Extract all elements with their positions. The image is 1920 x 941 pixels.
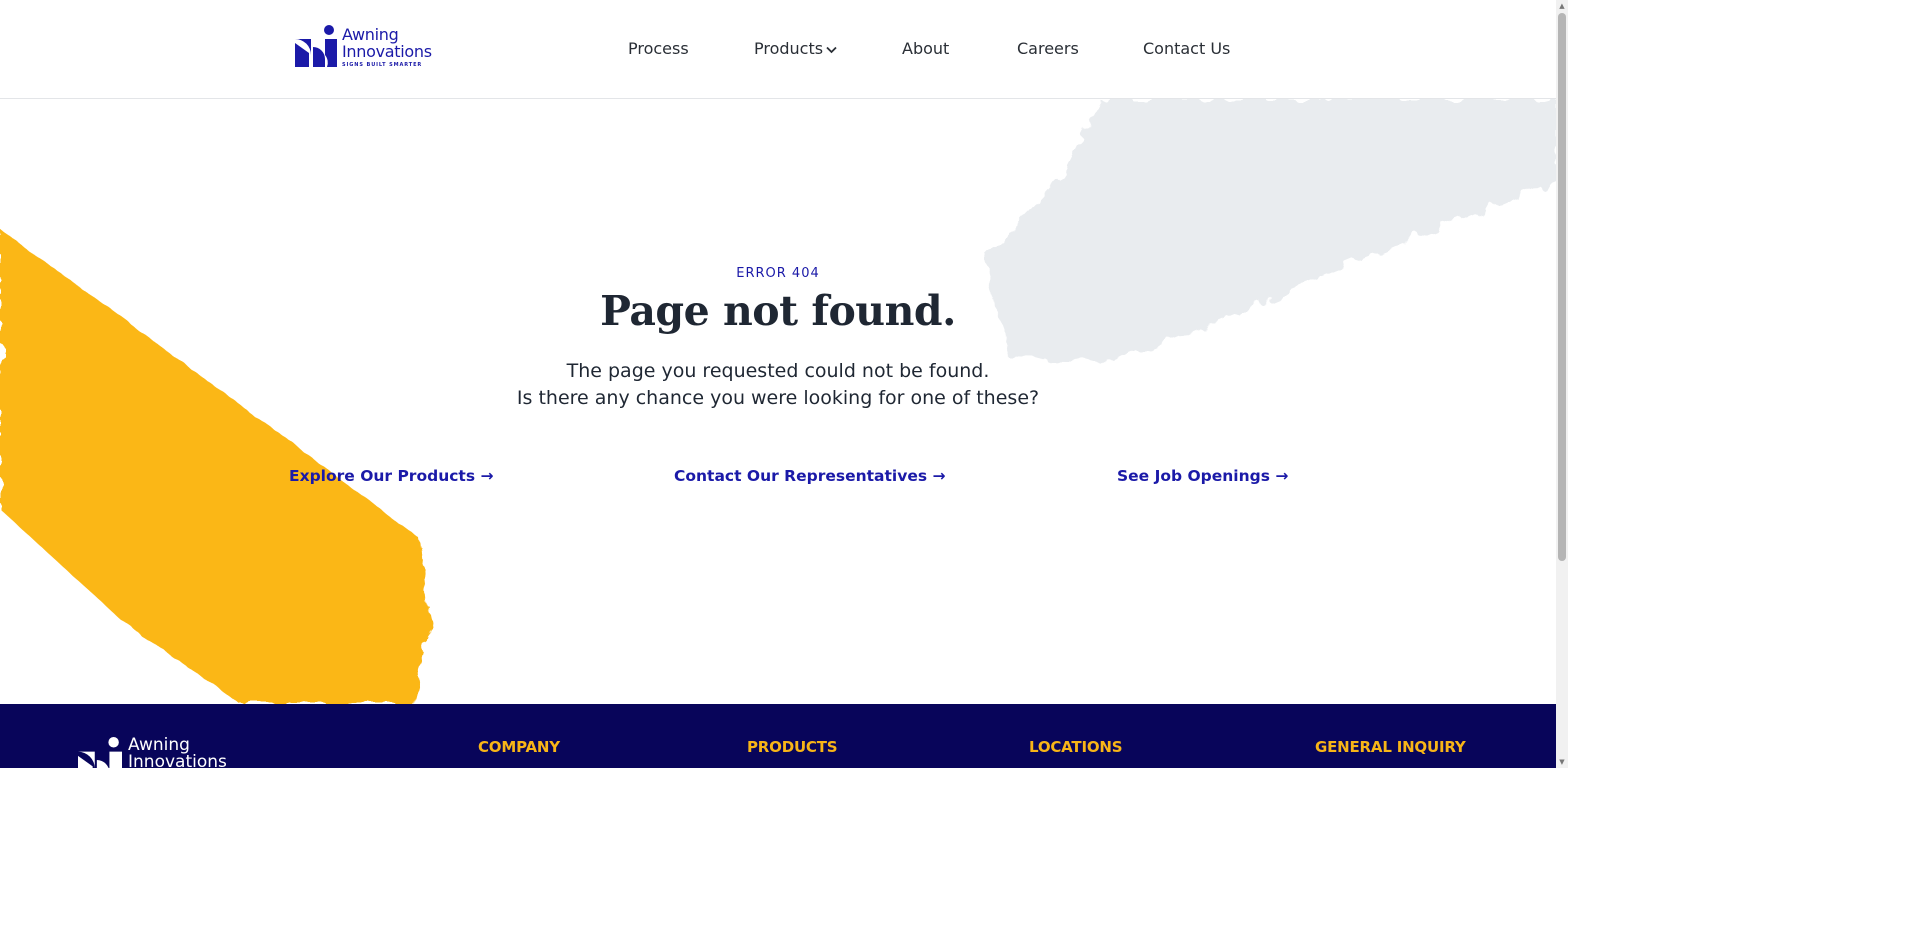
page-scrollbar[interactable]: ▲ ▼ bbox=[1556, 0, 1568, 768]
footer-heading-general-inquiry: GENERAL INQUIRY bbox=[1315, 738, 1466, 756]
nav-careers[interactable]: Careers bbox=[1017, 38, 1079, 60]
error-code-label: ERROR 404 bbox=[736, 266, 820, 281]
contact-representatives-link[interactable]: Contact Our Representatives → bbox=[674, 467, 945, 485]
footer-logo[interactable]: Awning Innovations bbox=[78, 737, 227, 768]
scroll-down-icon[interactable]: ▼ bbox=[1558, 758, 1566, 766]
main-nav: Process Products About Careers Contact U… bbox=[0, 38, 1556, 60]
page-title: Page not found. bbox=[600, 287, 956, 335]
explore-products-link[interactable]: Explore Our Products → bbox=[289, 467, 493, 485]
nav-products-label: Products bbox=[754, 39, 824, 58]
footer-heading-locations: LOCATIONS bbox=[1029, 738, 1123, 756]
footer-logo-text: Awning Innovations bbox=[128, 737, 227, 769]
footer-heading-company: COMPANY bbox=[478, 738, 560, 756]
job-openings-link[interactable]: See Job Openings → bbox=[1117, 467, 1288, 485]
footer-logo-line2: Innovations bbox=[128, 752, 227, 769]
error-description-line1: The page you requested could not be foun… bbox=[566, 360, 990, 382]
nav-products[interactable]: Products bbox=[754, 38, 837, 60]
site-header: Awning Innovations SIGNS BUILT SMARTER P… bbox=[0, 0, 1556, 99]
scrollbar-thumb[interactable] bbox=[1558, 13, 1566, 561]
footer-logo-mark-icon bbox=[78, 737, 122, 768]
nav-contact-us[interactable]: Contact Us bbox=[1143, 38, 1230, 60]
error-description: The page you requested could not be foun… bbox=[0, 358, 1556, 411]
nav-about[interactable]: About bbox=[902, 38, 949, 60]
error-description-line2: Is there any chance you were looking for… bbox=[516, 386, 1040, 409]
logo-tagline: SIGNS BUILT SMARTER bbox=[342, 62, 423, 68]
nav-process[interactable]: Process bbox=[628, 38, 689, 60]
footer-heading-products: PRODUCTS bbox=[747, 738, 838, 756]
chevron-down-icon bbox=[826, 46, 837, 53]
site-footer: Awning Innovations COMPANY PRODUCTS LOCA… bbox=[0, 704, 1556, 768]
scroll-up-icon[interactable]: ▲ bbox=[1558, 2, 1566, 10]
